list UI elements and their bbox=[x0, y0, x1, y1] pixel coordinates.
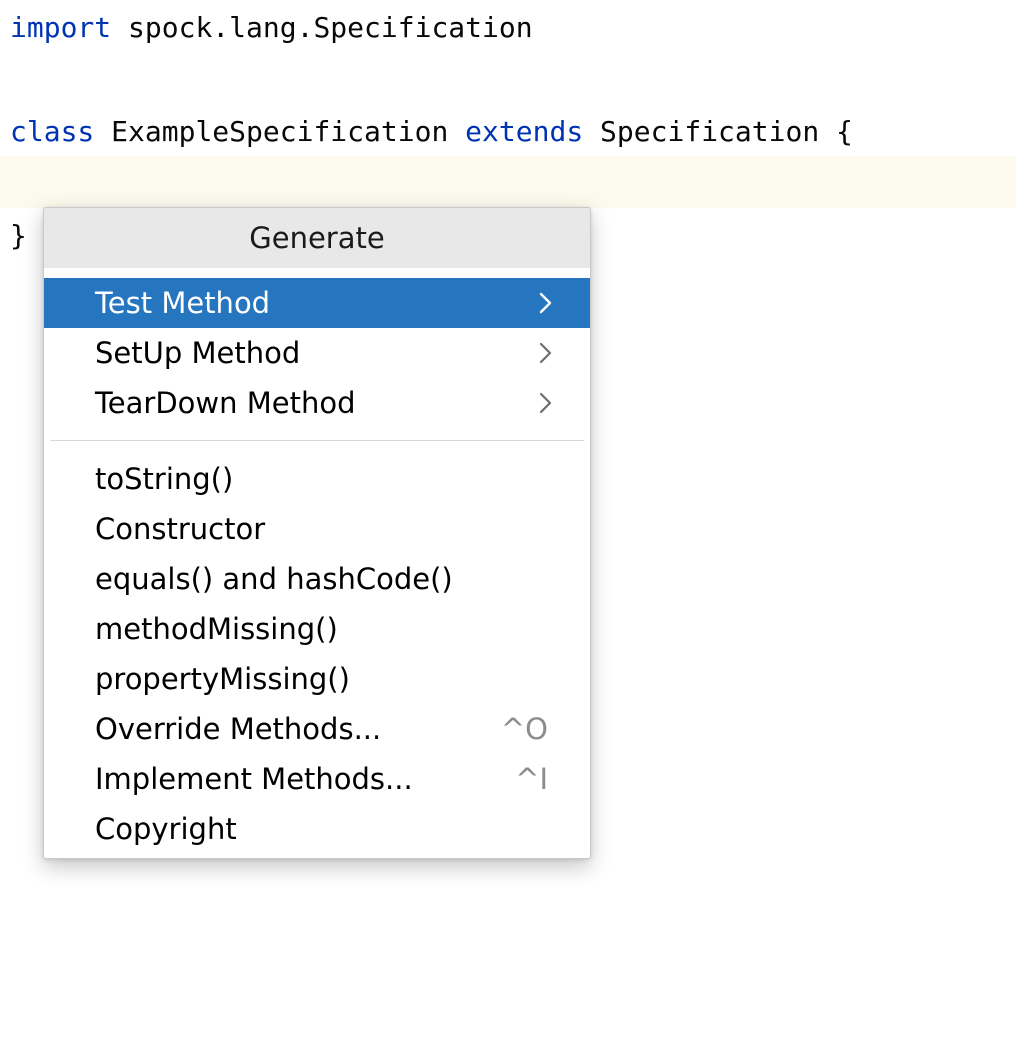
code-line-import[interactable]: import spock.lang.Specification bbox=[10, 2, 533, 54]
import-path: spock.lang.Specification bbox=[111, 11, 533, 44]
menu-item-label: Implement Methods... bbox=[95, 762, 413, 796]
menu-item-label: methodMissing() bbox=[95, 612, 338, 646]
generate-menu-list: Test Method SetUp Method TearDown Method bbox=[44, 278, 590, 854]
menu-item-label: Test Method bbox=[95, 286, 271, 320]
menu-item-constructor[interactable]: Constructor bbox=[44, 504, 590, 554]
menu-item-method-missing[interactable]: methodMissing() bbox=[44, 604, 590, 654]
menu-item-test-method[interactable]: Test Method bbox=[44, 278, 590, 328]
superclass-name: Specification { bbox=[583, 115, 853, 148]
popup-title: Generate bbox=[44, 208, 590, 268]
chevron-right-icon bbox=[536, 328, 556, 378]
menu-item-property-missing[interactable]: propertyMissing() bbox=[44, 654, 590, 704]
menu-item-implement-methods[interactable]: Implement Methods... ^I bbox=[44, 754, 590, 804]
menu-item-label: SetUp Method bbox=[95, 336, 301, 370]
menu-item-label: Constructor bbox=[95, 512, 266, 546]
class-name: ExampleSpecification bbox=[94, 115, 466, 148]
menu-item-tostring[interactable]: toString() bbox=[44, 454, 590, 504]
code-editor[interactable]: import spock.lang.Specification class Ex… bbox=[0, 0, 1016, 1038]
extends-keyword: extends bbox=[465, 115, 584, 148]
class-keyword: class bbox=[10, 115, 95, 148]
chevron-right-icon bbox=[536, 278, 556, 328]
code-line-class-declaration[interactable]: class ExampleSpecification extends Speci… bbox=[10, 106, 853, 158]
current-line-highlight bbox=[0, 156, 1016, 208]
menu-item-label: toString() bbox=[95, 462, 234, 496]
menu-item-label: equals() and hashCode() bbox=[95, 562, 453, 596]
shortcut-hint: ^O bbox=[500, 712, 548, 746]
code-line-closing-brace[interactable]: } bbox=[10, 210, 27, 262]
generate-popup: Generate Test Method SetUp Method TearDo… bbox=[43, 207, 591, 859]
menu-item-override-methods[interactable]: Override Methods... ^O bbox=[44, 704, 590, 754]
menu-item-label: TearDown Method bbox=[95, 386, 356, 420]
menu-item-label: Copyright bbox=[95, 812, 237, 846]
shortcut-hint: ^I bbox=[515, 762, 548, 796]
menu-separator bbox=[50, 440, 584, 441]
menu-item-teardown-method[interactable]: TearDown Method bbox=[44, 378, 590, 428]
import-keyword: import bbox=[10, 11, 112, 44]
menu-item-copyright[interactable]: Copyright bbox=[44, 804, 590, 854]
chevron-right-icon bbox=[536, 378, 556, 428]
menu-item-equals-hashcode[interactable]: equals() and hashCode() bbox=[44, 554, 590, 604]
menu-item-label: Override Methods... bbox=[95, 712, 382, 746]
menu-item-label: propertyMissing() bbox=[95, 662, 350, 696]
menu-item-setup-method[interactable]: SetUp Method bbox=[44, 328, 590, 378]
